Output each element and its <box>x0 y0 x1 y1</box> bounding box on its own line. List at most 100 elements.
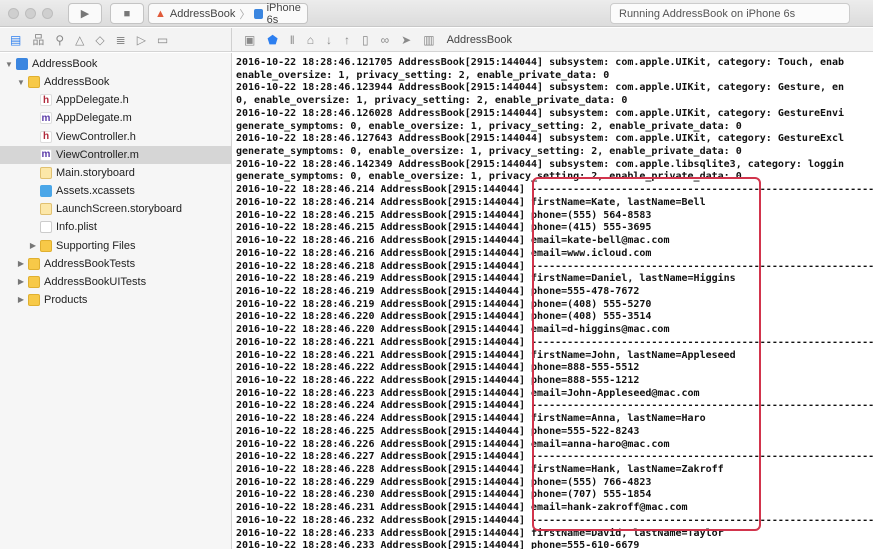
stop-icon: ■ <box>123 7 131 20</box>
scheme-device: iPhone 6s <box>266 1 301 26</box>
disclosure-triangle-icon[interactable]: ▶ <box>16 277 26 286</box>
file-tree-item[interactable]: m ViewController.m <box>0 145 231 164</box>
project-navigator-icon[interactable]: ▤ <box>10 33 21 47</box>
console-output[interactable]: 2016-10-22 18:28:46.121705 AddressBook[2… <box>232 53 873 549</box>
file-tree-item[interactable]: m AppDelegate.m <box>0 109 231 127</box>
console-line: 2016-10-22 18:28:46.216 AddressBook[2915… <box>236 235 670 247</box>
scheme-project: AddressBook <box>169 7 236 20</box>
console-line: 2016-10-22 18:28:46.225 AddressBook[2915… <box>236 425 640 437</box>
console-line: 2016-10-22 18:28:46.222 AddressBook[2915… <box>236 374 640 386</box>
file-tree-label: Assets.xcassets <box>56 185 135 198</box>
folder-file-icon <box>28 275 40 288</box>
warning-icon[interactable]: △ <box>75 33 84 47</box>
folder-file-icon <box>28 76 40 89</box>
file-tree-item[interactable]: ▶ Supporting Files <box>0 237 231 255</box>
scheme-selector[interactable]: ▲ AddressBook 〉 iPhone 6s <box>148 1 308 26</box>
target-icon: ▥ <box>423 32 435 47</box>
h-file-icon: h <box>40 130 52 143</box>
hide-debug-area-icon[interactable]: ▣ <box>244 33 255 47</box>
debug-icon[interactable]: ≣ <box>116 33 126 47</box>
console-line: 2016-10-22 18:28:46.220 AddressBook[2915… <box>236 311 652 323</box>
folder-file-icon <box>28 293 40 306</box>
breakpoints-toggle-icon[interactable]: ⬟ <box>267 33 277 47</box>
console-line: 2016-10-22 18:28:46.215 AddressBook[2915… <box>236 209 652 221</box>
console-line: 2016-10-22 18:28:46.220 AddressBook[2915… <box>236 324 670 336</box>
breakpoint-icon[interactable]: ▷ <box>137 33 146 47</box>
console-line: enable_oversize: 1, privacy_setting: 2, … <box>236 69 610 81</box>
file-tree-label: AddressBook <box>32 58 98 70</box>
console-line: generate_symptoms: 0, enable_oversize: 1… <box>236 171 742 183</box>
file-tree-item[interactable]: ▶ Products <box>0 291 231 309</box>
file-tree-item[interactable]: h ViewController.h <box>0 128 231 146</box>
h-file-icon: h <box>40 94 52 107</box>
report-icon[interactable]: ▭ <box>157 33 168 47</box>
project-navigator: ▼ AddressBook ▼ AddressBook h AppDelegate.h m A… <box>0 53 232 549</box>
console-line: generate_symptoms: 0, enable_oversize: 1… <box>236 120 742 132</box>
disclosure-triangle-icon[interactable]: ▶ <box>16 259 26 268</box>
console-line: 2016-10-22 18:28:46.126028 AddressBook[2… <box>236 107 845 119</box>
file-tree-label: ViewController.m <box>56 148 139 161</box>
console-line: 2016-10-22 18:28:46.214 AddressBook[2915… <box>236 196 706 208</box>
file-tree-item[interactable]: LaunchScreen.storyboard <box>0 200 231 218</box>
file-tree-label: Products <box>44 293 88 306</box>
disclosure-triangle-icon[interactable]: ▶ <box>28 241 38 250</box>
console-line: 2016-10-22 18:28:46.233 AddressBook[2915… <box>236 540 640 549</box>
memory-graph-icon[interactable]: ∞ <box>381 33 390 47</box>
location-icon[interactable]: ➤ <box>401 33 411 47</box>
console-line: 2016-10-22 18:28:46.219 AddressBook[2915… <box>236 285 640 297</box>
console-line: 2016-10-22 18:28:46.231 AddressBook[2915… <box>236 502 688 514</box>
console-line: 2016-10-22 18:28:46.218 AddressBook[2915… <box>236 260 873 272</box>
view-hierarchy-icon[interactable]: ▯ <box>362 33 369 47</box>
disclosure-triangle-icon[interactable]: ▶ <box>16 295 26 304</box>
file-tree-item[interactable]: ▶ AddressBookUITests <box>0 273 231 291</box>
file-tree-item[interactable]: Info.plist <box>0 218 231 236</box>
console-line: 2016-10-22 18:28:46.214 AddressBook[2915… <box>236 184 873 196</box>
console-line: 2016-10-22 18:28:46.230 AddressBook[2915… <box>236 489 652 501</box>
file-tree-label: AppDelegate.h <box>56 94 129 107</box>
file-tree-item[interactable]: h AppDelegate.h <box>0 91 231 109</box>
console-line: 2016-10-22 18:28:46.224 AddressBook[2915… <box>236 413 706 425</box>
file-tree-item[interactable]: Main.storyboard <box>0 164 231 182</box>
file-tree-label: Supporting Files <box>56 239 136 252</box>
zoom-window-button[interactable] <box>42 8 53 19</box>
console-line: 2016-10-22 18:28:46.223 AddressBook[2915… <box>236 387 700 399</box>
console-line: 2016-10-22 18:28:46.221 AddressBook[2915… <box>236 336 873 348</box>
file-tree-label: AddressBookUITests <box>44 275 147 288</box>
folder-file-icon <box>40 239 52 252</box>
run-button[interactable]: ▶ <box>68 3 102 24</box>
console-line: 2016-10-22 18:28:46.232 AddressBook[2915… <box>236 514 873 526</box>
file-tree-label: AddressBook <box>44 76 110 89</box>
console-line: 2016-10-22 18:28:46.233 AddressBook[2915… <box>236 527 724 539</box>
file-tree-label: ViewController.h <box>56 130 136 143</box>
debug-bar: ▣ ⬟ ‖ ⌂ ↓ ↑ ▯ ∞ ➤ ▥ AddressBook <box>232 28 873 52</box>
step-over-icon[interactable]: ⌂ <box>307 33 314 47</box>
console-line: 2016-10-22 18:28:46.221 AddressBook[2915… <box>236 349 736 361</box>
pause-icon[interactable]: ‖ <box>290 33 295 47</box>
disclosure-triangle-icon[interactable]: ▼ <box>4 60 14 69</box>
disclosure-triangle-icon[interactable]: ▼ <box>16 78 26 87</box>
navigator-selector-bar: ▤ 品 ⚲ △ ◇ ≣ ▷ ▭ <box>0 28 232 52</box>
sb-file-icon <box>40 203 52 216</box>
console-line: 2016-10-22 18:28:46.228 AddressBook[2915… <box>236 464 724 475</box>
file-tree-item[interactable]: Assets.xcassets <box>0 182 231 200</box>
debug-target-label: AddressBook <box>446 33 513 46</box>
search-icon[interactable]: ⚲ <box>55 33 64 47</box>
file-tree-item[interactable]: ▼ AddressBook <box>0 55 231 73</box>
console-line: 2016-10-22 18:28:46.226 AddressBook[2915… <box>236 438 670 450</box>
m-file-icon: m <box>40 148 52 161</box>
step-out-icon[interactable]: ↑ <box>344 33 350 47</box>
symbol-navigator-icon[interactable]: 品 <box>32 31 44 48</box>
activity-status: Running AddressBook on iPhone 6s <box>610 3 850 24</box>
close-window-button[interactable] <box>8 8 19 19</box>
file-tree-item[interactable]: ▶ AddressBookTests <box>0 255 231 273</box>
file-tree-item[interactable]: ▼ AddressBook <box>0 73 231 91</box>
step-into-icon[interactable]: ↓ <box>326 33 332 47</box>
chevron-right-icon: 〉 <box>239 8 251 21</box>
play-icon: ▶ <box>80 8 90 20</box>
test-icon[interactable]: ◇ <box>95 33 104 47</box>
console-line: 2016-10-22 18:28:46.227 AddressBook[2915… <box>236 451 873 463</box>
console-line: 2016-10-22 18:28:46.142349 AddressBook[2… <box>236 158 845 170</box>
stop-button[interactable]: ■ <box>110 3 144 24</box>
device-icon <box>254 8 263 19</box>
minimize-window-button[interactable] <box>25 8 36 19</box>
